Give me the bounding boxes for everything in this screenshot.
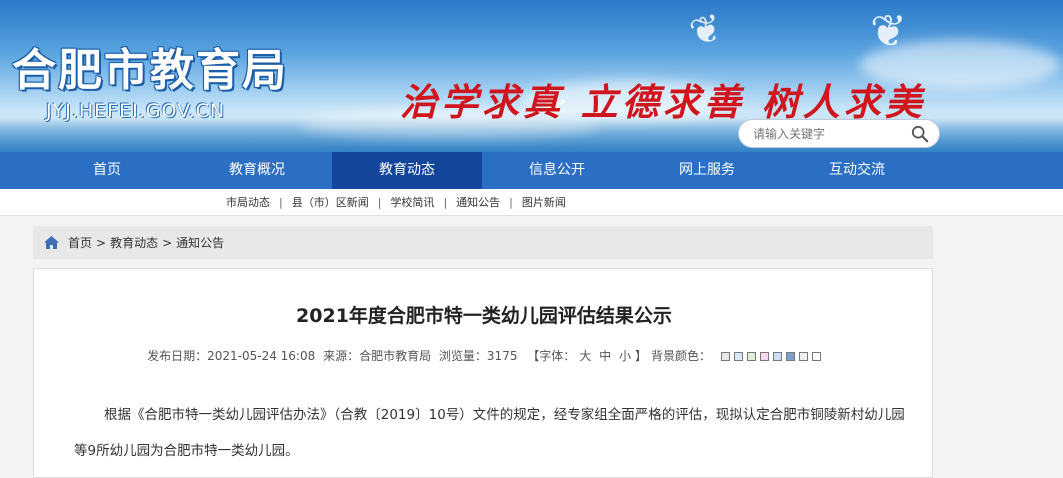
breadcrumb-news[interactable]: 教育动态 [110,234,158,251]
bg-color-swatch[interactable] [746,352,756,361]
sub-nav: 市局动态 | 县（市）区新闻 | 学校简讯 | 通知公告 | 图片新闻 [0,189,1063,216]
subnav-divider: | [509,195,513,209]
font-medium-button[interactable]: 中 [599,349,611,363]
view-count: 浏览量：3175 [438,349,518,363]
article-panel: 2021年度合肥市特一类幼儿园评估结果公示 发布日期：2021-05-24 16… [33,268,933,478]
breadcrumb-separator: > [96,235,107,250]
site-header: ❦ ❦ ❦ 合肥市教育局 JYJ.HEFEI.GOV.CN 治学求真 立德求善 … [0,0,1063,152]
bg-color-swatch[interactable] [733,352,743,361]
bg-color-swatch[interactable] [759,352,769,361]
subnav-item-bureau[interactable]: 市局动态 [226,194,270,210]
nav-item-info-public[interactable]: 信息公开 [482,152,632,189]
search-box [738,119,940,148]
bg-color-swatch[interactable] [785,352,795,361]
bg-color-swatch[interactable] [798,352,808,361]
subnav-divider: | [279,195,283,209]
breadcrumb-notice[interactable]: 通知公告 [176,234,224,251]
article-source: 来源：合肥市教育局 [323,349,432,363]
font-small-button[interactable]: 小 [619,349,631,363]
bg-color-label: 背景颜色： [651,349,712,363]
font-label: 【字体： [527,349,576,363]
site-domain: JYJ.HEFEI.GOV.CN [46,100,226,122]
article-meta: 发布日期：2021-05-24 16:08 来源：合肥市教育局 浏览量：3175… [34,347,934,364]
breadcrumb: 首页 > 教育动态 > 通知公告 [33,226,933,259]
font-label-close: 】 [635,349,648,363]
search-icon[interactable] [911,125,929,143]
subnav-item-photo[interactable]: 图片新闻 [522,194,566,210]
nav-item-overview[interactable]: 教育概况 [182,152,332,189]
nav-item-news[interactable]: 教育动态 [332,152,482,189]
nav-item-home[interactable]: 首页 [32,152,182,189]
site-logo[interactable]: 合肥市教育局 JYJ.HEFEI.GOV.CN [12,34,288,122]
article-paragraph: 根据《合肥市特一类幼儿园评估办法》（合教〔2019〕10号）文件的规定，经专家组… [74,407,905,459]
nav-item-interaction[interactable]: 互动交流 [782,152,932,189]
subnav-item-school[interactable]: 学校简讯 [390,194,434,210]
main-nav: 首页 教育概况 教育动态 信息公开 网上服务 互动交流 [0,152,1063,189]
subnav-item-notice[interactable]: 通知公告 [456,194,500,210]
search-input[interactable] [753,124,903,144]
site-title: 合肥市教育局 [12,45,288,96]
bird-icon: ❦ [870,6,907,57]
publish-date: 发布日期：2021-05-24 16:08 [147,349,316,363]
subnav-divider: | [377,195,382,209]
home-icon [44,236,59,249]
breadcrumb-separator: > [162,235,173,250]
article-title: 2021年度合肥市特一类幼儿园评估结果公示 [296,305,672,327]
bg-color-swatch[interactable] [772,352,782,361]
bg-color-swatch[interactable] [811,352,821,361]
subnav-item-county[interactable]: 县（市）区新闻 [292,194,369,210]
nav-item-online-service[interactable]: 网上服务 [632,152,782,189]
bird-icon: ❦ [684,4,727,56]
subnav-divider: | [443,195,448,209]
site-slogan: 治学求真 立德求善 树人求美 [400,80,926,124]
bg-color-swatch[interactable] [720,352,730,361]
breadcrumb-home[interactable]: 首页 [68,234,92,251]
font-size-control: 【字体：大 中 小】背景颜色： [525,349,713,363]
font-large-button[interactable]: 大 [579,349,591,363]
